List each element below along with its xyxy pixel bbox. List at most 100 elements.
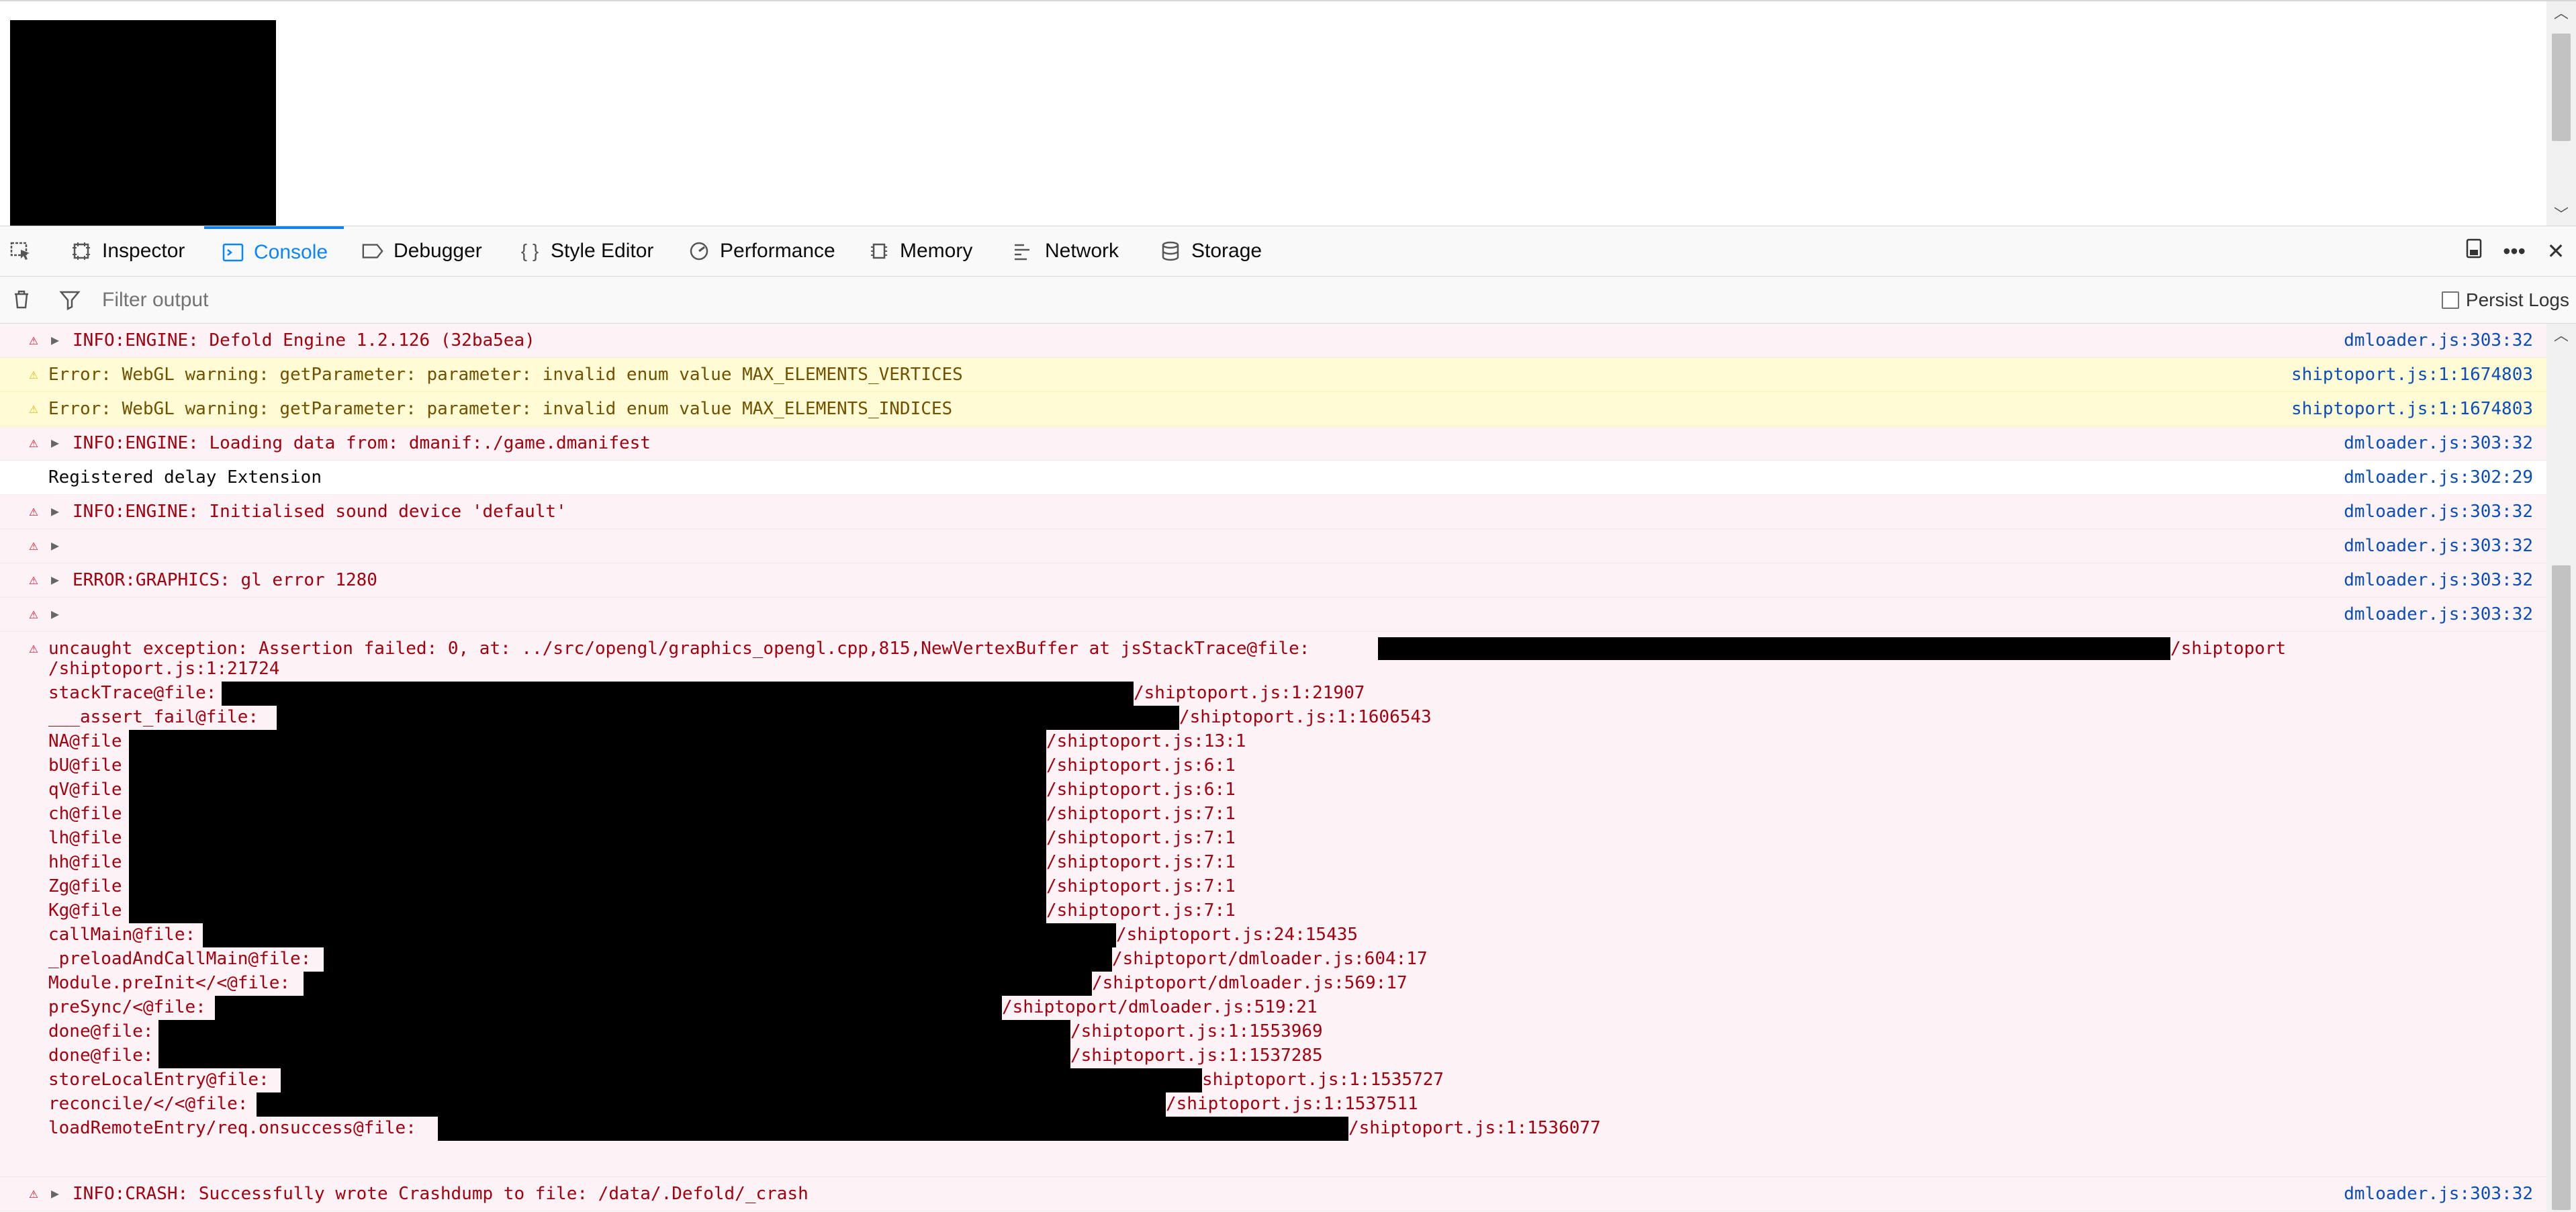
trash-icon[interactable] [12, 289, 32, 312]
source-location-link[interactable]: dmloader.js:303:32 [2344, 536, 2533, 556]
scroll-up-icon[interactable]: ︿ [2553, 5, 2569, 21]
redacted-block [215, 996, 1002, 1020]
console-message-row[interactable]: ⚠ ▶ ERROR:GRAPHICS: gl error 1280 dmloader.… [0, 563, 2546, 598]
error-icon: ⚠ [29, 606, 38, 622]
source-location-link[interactable]: dmloader.js:303:32 [2344, 604, 2533, 624]
console-scroll-thumb[interactable] [2552, 565, 2571, 1210]
error-icon: ⚠ [29, 1185, 38, 1202]
stack-frame-name: _preloadAndCallMain@file: [48, 949, 312, 969]
console-message-text: INFO:ENGINE: Loading data from: dmanif:.… [73, 433, 651, 453]
stack-frame-name: qV@file [48, 780, 122, 800]
console-message-row[interactable]: ⚠ ▶ INFO:ENGINE: Defold Engine 1.2.126 (32… [0, 324, 2546, 358]
filter-output-input[interactable] [101, 283, 1984, 317]
redacted-block [324, 947, 1112, 972]
error-icon: ⚠ [29, 640, 38, 657]
expand-arrow-icon[interactable]: ▶ [51, 502, 64, 520]
redacted-block [129, 802, 1046, 827]
stack-frame-location: /shiptoport.js:1:1537511 [1166, 1094, 1418, 1114]
stack-frame-name: NA@file [48, 731, 122, 751]
tab-memory[interactable]: Memory [868, 226, 972, 276]
stack-frame-name: bU@file [48, 755, 122, 776]
game-canvas[interactable] [10, 20, 276, 227]
redacted-block [203, 923, 1116, 947]
console-filter-bar: Persist Logs [0, 277, 2576, 324]
stack-frame-name: lh@file [48, 828, 122, 848]
tab-inspector[interactable]: Inspector [70, 226, 185, 276]
scroll-up-icon[interactable]: ︿ [2553, 328, 2569, 344]
redacted-block [129, 851, 1046, 875]
console-message-row[interactable]: ⚠ Error: WebGL warning: getParameter: par… [0, 392, 2546, 426]
more-options-button[interactable]: ••• [2501, 226, 2528, 276]
memory-icon [868, 240, 890, 263]
storage-icon [1159, 240, 1182, 263]
persist-logs-toggle[interactable]: Persist Logs [2441, 285, 2569, 316]
console-icon [222, 241, 244, 264]
stack-frame-location: shiptoport.js:1:1535727 [1202, 1070, 1444, 1090]
redacted-block [158, 1020, 1070, 1044]
dock-side-button[interactable] [2460, 226, 2487, 276]
stack-frame-name: loadRemoteEntry/req.onsuccess@file: [48, 1118, 416, 1138]
stack-frame-location: /shiptoport.js:7:1 [1046, 828, 1236, 848]
page-scroll-thumb[interactable] [2552, 34, 2571, 141]
expand-arrow-icon[interactable]: ▶ [51, 433, 64, 452]
exception-head-tail: /shiptoport [2170, 639, 2287, 659]
stack-frame-location: /shiptoport.js:1:1606543 [1179, 707, 1432, 727]
close-devtools-button[interactable]: ✕ [2542, 226, 2569, 276]
source-location-link[interactable]: shiptoport.js:1:1674803 [2291, 365, 2533, 385]
exception-head-text: uncaught exception: Assertion failed: 0,… [48, 639, 1310, 659]
console-message-row[interactable]: Registered delay Extension dmloader.js:30… [0, 461, 2546, 495]
stack-frame-name: Module.preInit</<@file: [48, 973, 291, 993]
source-location-link[interactable]: dmloader.js:303:32 [2344, 502, 2533, 522]
performance-icon [688, 240, 710, 263]
expand-arrow-icon[interactable]: ▶ [51, 570, 64, 589]
stack-frame-name: preSync/<@file: [48, 997, 206, 1017]
source-location-link[interactable]: dmloader.js:303:32 [2344, 1184, 2533, 1204]
tab-label: Memory [900, 240, 973, 262]
console-message-row[interactable]: ⚠ ▶ dmloader.js:303:32 [0, 529, 2546, 563]
console-message-row[interactable]: ⚠ Error: WebGL warning: getParameter: par… [0, 358, 2546, 392]
expand-arrow-icon[interactable]: ▶ [51, 604, 64, 623]
source-location-link[interactable]: dmloader.js:302:29 [2344, 467, 2533, 487]
expand-arrow-icon[interactable]: ▶ [51, 330, 64, 349]
tab-label: Performance [720, 240, 835, 262]
expand-arrow-icon[interactable]: ▶ [51, 1184, 64, 1203]
scroll-down-icon[interactable]: ﹀ [2553, 207, 2569, 223]
redacted-block [222, 682, 1134, 706]
page-scrollbar[interactable]: ︿ ﹀ [2546, 1, 2576, 227]
stack-frame-location: /shiptoport/dmloader.js:604:17 [1112, 949, 1428, 969]
console-message-text: Error: WebGL warning: getParameter: para… [48, 365, 963, 385]
source-location-link[interactable]: dmloader.js:303:32 [2344, 570, 2533, 590]
tab-network[interactable]: Network [1013, 226, 1119, 276]
console-message-row[interactable]: ⚠ ▶ dmloader.js:303:32 [0, 598, 2546, 632]
expand-arrow-icon[interactable]: ▶ [51, 536, 64, 555]
redacted-block [304, 972, 1092, 996]
console-message-text: Error: WebGL warning: getParameter: para… [48, 399, 953, 419]
redacted-block [277, 706, 1179, 730]
warning-icon: ⚠ [29, 366, 38, 383]
console-output: ⚠ ▶ INFO:ENGINE: Defold Engine 1.2.126 (32… [0, 324, 2546, 1212]
element-picker-button[interactable] [9, 226, 42, 276]
tab-console[interactable]: Console [204, 226, 344, 276]
console-scrollbar[interactable]: ︿ [2546, 324, 2576, 1212]
source-location-link[interactable]: dmloader.js:303:32 [2344, 433, 2533, 453]
stack-frame-name: callMain@file: [48, 925, 196, 945]
tab-storage[interactable]: Storage [1159, 226, 1262, 276]
console-message-row[interactable]: ⚠ ▶ INFO:ENGINE: Initialised sound device … [0, 495, 2546, 529]
source-location-link[interactable]: dmloader.js:303:32 [2344, 330, 2533, 351]
redacted-block [438, 1117, 1348, 1141]
stack-frame-location: /shiptoport.js:7:1 [1046, 900, 1236, 921]
source-location-link[interactable]: shiptoport.js:1:1674803 [2291, 399, 2533, 419]
stack-frame-name: ch@file [48, 804, 122, 824]
uncaught-exception-message[interactable]: ⚠ uncaught exception: Assertion failed: 0… [0, 632, 2546, 1177]
console-message-row[interactable]: ⚠ ▶ INFO:CRASH: Successfully wrote Crashdu… [0, 1177, 2546, 1211]
tab-debugger[interactable]: Debugger [361, 226, 482, 276]
tab-performance[interactable]: Performance [688, 226, 835, 276]
redacted-block [129, 778, 1046, 802]
persist-logs-checkbox[interactable] [2441, 291, 2459, 309]
element-picker-icon [9, 240, 32, 263]
tab-style-editor[interactable]: { } Style Editor [518, 226, 654, 276]
tab-label: Storage [1191, 240, 1262, 262]
console-message-text: Registered delay Extension [48, 467, 322, 487]
redacted-block [1378, 637, 2170, 660]
console-message-row[interactable]: ⚠ ▶ INFO:ENGINE: Loading data from: dmanif… [0, 426, 2546, 461]
